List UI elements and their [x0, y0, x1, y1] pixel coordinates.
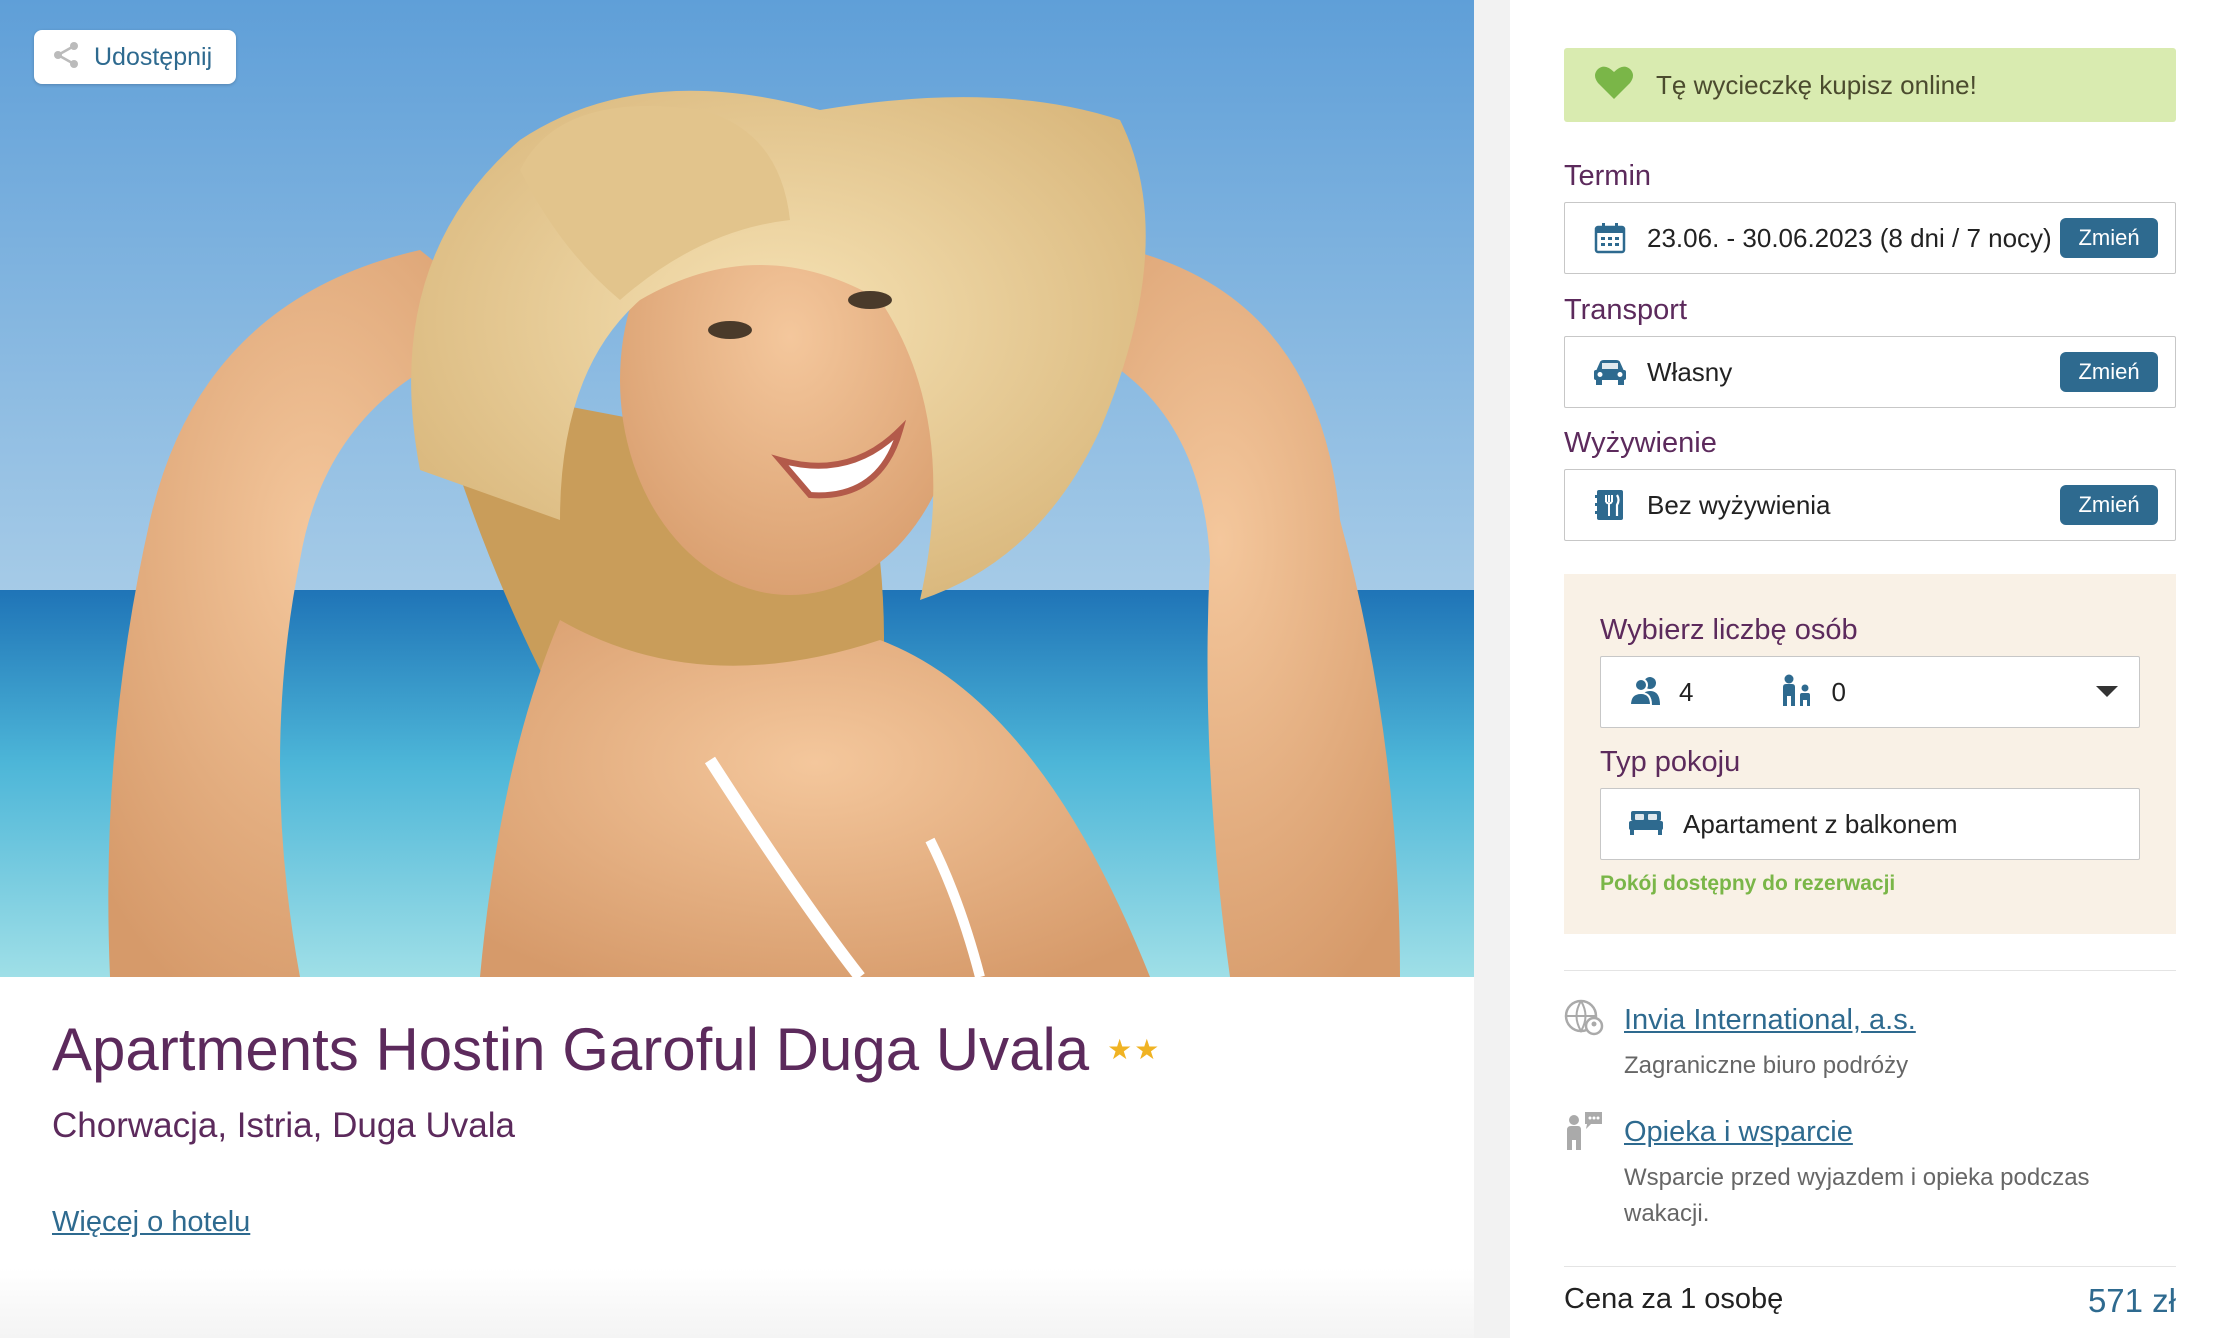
- transport-field[interactable]: Własny Zmień: [1564, 336, 2176, 408]
- price-value: 571 zł: [2087, 1282, 2176, 1319]
- hero-image: [0, 0, 1474, 977]
- term-label: Termin: [1564, 160, 1652, 192]
- share-label: Udostępnij: [94, 42, 213, 71]
- page-title: Apartments Hostin Garoful Duga Uvala: [52, 1016, 1090, 1083]
- chevron-down-icon[interactable]: [2075, 657, 2139, 727]
- persons-label: Wybierz liczbę osób: [1600, 614, 1858, 646]
- term-field[interactable]: 23.06. - 30.06.2023 (8 dni / 7 nocy) Zmi…: [1564, 202, 2176, 274]
- more-about-hotel-link[interactable]: Więcej o hotelu: [52, 1206, 250, 1239]
- child-icon: [1781, 674, 1815, 711]
- calendar-icon: [1593, 221, 1627, 255]
- star-rating: ★★: [1107, 1034, 1162, 1065]
- adults-icon: [1628, 675, 1663, 710]
- change-transport-button[interactable]: Zmień: [2060, 352, 2158, 392]
- change-term-button[interactable]: Zmień: [2060, 218, 2158, 258]
- transport-label: Transport: [1564, 294, 1688, 326]
- hotel-title-row: Apartments Hostin Garoful Duga Uvala ★★: [52, 1015, 1161, 1084]
- change-board-button[interactable]: Zmień: [2060, 485, 2158, 525]
- price-label: Cena za 1 osobę: [1564, 1283, 1784, 1315]
- room-availability: Pokój dostępny do rezerwacji: [1600, 872, 1896, 895]
- globe-icon: [1564, 998, 1604, 1038]
- bed-icon: [1629, 809, 1663, 840]
- agency-link[interactable]: Invia International, a.s.: [1624, 1004, 1916, 1037]
- share-icon: [52, 41, 80, 74]
- persons-room-panel: Wybierz liczbę osób 4 0 Typ pokoju Apart…: [1564, 574, 2176, 934]
- room-type-select[interactable]: Apartament z balkonem: [1600, 788, 2140, 860]
- board-label: Wyżywienie: [1564, 427, 1717, 459]
- divider: [1564, 1266, 2176, 1267]
- room-type-label: Typ pokoju: [1600, 746, 1741, 778]
- support-description: Wsparcie przed wyjazdem i opieka podczas…: [1624, 1164, 2090, 1227]
- room-type-value: Apartament z balkonem: [1683, 808, 1958, 839]
- agency-description: Zagraniczne biuro podróży: [1624, 1052, 1909, 1079]
- board-field[interactable]: Bez wyżywienia Zmień: [1564, 469, 2176, 541]
- booking-panel: Tę wycieczkę kupisz online! Termin 23.06…: [1510, 0, 2220, 1338]
- hotel-panel: Udostępnij Apartments Hostin Garoful Dug…: [0, 0, 1474, 1338]
- transport-value: Własny: [1647, 356, 1733, 387]
- hotel-location: Chorwacja, Istria, Duga Uvala: [52, 1106, 515, 1145]
- support-link[interactable]: Opieka i wsparcie: [1624, 1116, 1853, 1149]
- adults-count: 4: [1679, 676, 1694, 707]
- divider: [1564, 970, 2176, 971]
- children-count: 0: [1831, 676, 1846, 707]
- bottom-fade: [0, 1268, 1474, 1338]
- board-value: Bez wyżywienia: [1647, 489, 1831, 520]
- heart-icon: [1594, 65, 1634, 106]
- persons-select[interactable]: 4 0: [1600, 656, 2140, 728]
- share-button[interactable]: Udostępnij: [34, 30, 236, 84]
- banner-text: Tę wycieczkę kupisz online!: [1656, 69, 1977, 100]
- online-purchase-banner: Tę wycieczkę kupisz online!: [1564, 48, 2176, 122]
- support-icon: [1564, 1110, 1604, 1150]
- menu-card-icon: [1593, 488, 1627, 522]
- term-value: 23.06. - 30.06.2023 (8 dni / 7 nocy): [1647, 222, 2052, 253]
- car-icon: [1593, 355, 1627, 389]
